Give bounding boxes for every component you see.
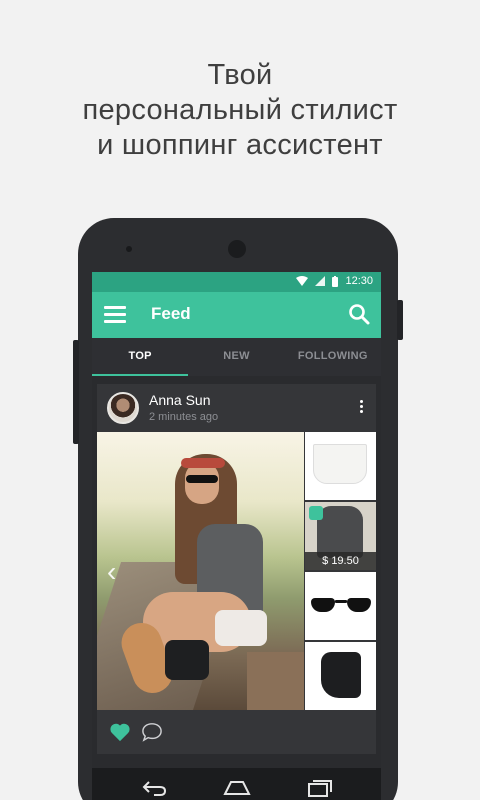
product-list: $ 19.50	[305, 432, 376, 710]
tab-new[interactable]: NEW	[188, 338, 284, 376]
post-author[interactable]: Anna Sun	[149, 392, 211, 408]
shopping-bag-icon[interactable]	[309, 506, 323, 520]
battery-icon	[332, 275, 339, 287]
wifi-icon	[296, 276, 309, 286]
power-button	[397, 300, 403, 340]
boot-icon	[321, 652, 361, 698]
menu-icon[interactable]	[104, 306, 126, 324]
phone-sensor	[126, 246, 132, 252]
recents-icon[interactable]	[306, 776, 334, 800]
tab-following[interactable]: FOLLOWING	[285, 338, 381, 376]
feed-post-card[interactable]: Anna Sun 2 minutes ago ‹ $ 19.50	[97, 384, 376, 754]
page-title: Feed	[151, 304, 191, 323]
status-time: 12:30	[345, 275, 373, 287]
post-header: Anna Sun 2 minutes ago	[97, 384, 376, 432]
sunglasses-icon	[311, 596, 371, 614]
tab-top[interactable]: TOP	[92, 338, 189, 376]
avatar[interactable]	[107, 392, 139, 424]
signal-icon	[315, 276, 326, 286]
promo-text: Твой персональный стилист и шоппинг асси…	[0, 58, 480, 163]
product-item[interactable]: $ 19.50	[305, 502, 376, 570]
chevron-left-icon[interactable]: ‹	[107, 556, 116, 588]
product-item[interactable]	[305, 572, 376, 640]
search-icon[interactable]	[347, 302, 371, 326]
post-actions	[97, 710, 376, 754]
post-photo[interactable]: ‹	[97, 432, 304, 710]
more-icon[interactable]	[360, 400, 364, 414]
home-icon[interactable]	[223, 776, 251, 800]
shorts-icon	[313, 444, 367, 484]
post-time: 2 minutes ago	[149, 411, 219, 423]
phone-screen: 12:30 Feed TOP NEW FOLLOWING Anna Sun 2 …	[92, 272, 381, 800]
phone-frame: 12:30 Feed TOP NEW FOLLOWING Anna Sun 2 …	[73, 218, 403, 800]
phone-earpiece	[228, 240, 246, 258]
feed-tabs: TOP NEW FOLLOWING	[92, 338, 381, 376]
volume-button	[73, 340, 79, 444]
app-bar: Feed	[92, 292, 381, 338]
tank-top-icon	[317, 506, 363, 558]
promo-line-2: персональный стилист	[82, 94, 398, 126]
product-item[interactable]	[305, 432, 376, 500]
product-price: $ 19.50	[305, 552, 376, 570]
heart-icon[interactable]	[109, 722, 131, 742]
comment-icon[interactable]	[141, 722, 163, 742]
status-bar: 12:30	[92, 272, 381, 292]
product-item[interactable]	[305, 642, 376, 710]
back-icon[interactable]	[140, 776, 168, 800]
system-nav-bar	[92, 768, 381, 800]
promo-line-3: и шоппинг ассистент	[97, 129, 383, 161]
promo-line-1: Твой	[207, 59, 273, 91]
